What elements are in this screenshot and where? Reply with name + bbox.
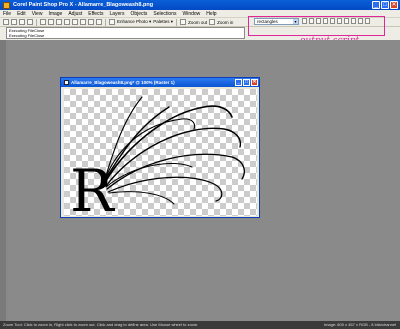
load-script-icon[interactable]	[358, 18, 363, 24]
tool-palette-strip	[0, 40, 6, 321]
image-window-titlebar[interactable]: Allamarre_Blagoweash8.png* @ 100% (Raste…	[61, 78, 259, 87]
window-controls: _ □ ✕	[372, 1, 398, 9]
scanner-icon[interactable]	[96, 19, 102, 25]
browse-icon[interactable]	[80, 19, 86, 25]
zoom-in-icon[interactable]	[209, 19, 216, 25]
status-bar: Zoom Tool: Click to zoom in, Right click…	[0, 321, 400, 329]
stop-script-icon[interactable]	[323, 18, 328, 24]
menu-effects[interactable]: Effects	[88, 11, 103, 17]
copy-icon[interactable]	[64, 19, 70, 25]
menu-window[interactable]: Window	[183, 11, 201, 17]
enhance-photo-icon[interactable]	[109, 19, 115, 25]
open-folder-icon[interactable]	[11, 19, 17, 25]
menu-layers[interactable]: Layers	[109, 11, 124, 17]
cancel-script-icon[interactable]	[344, 18, 349, 24]
zoom-out-button[interactable]: Zoom out	[188, 20, 207, 25]
image-window-title: Allamarre_Blagoweash8.png* @ 100% (Raste…	[71, 80, 175, 85]
record-script-icon[interactable]	[330, 18, 335, 24]
undo-icon[interactable]	[40, 19, 46, 25]
chevron-down-icon[interactable]: ▾	[293, 19, 298, 24]
close-button[interactable]: ✕	[390, 1, 398, 9]
script-toolbar	[302, 18, 370, 24]
edit-script-icon[interactable]	[316, 18, 321, 24]
status-image-info: Image: 800 x 457 x RGB - 8 bits/channel	[323, 322, 396, 327]
menu-view[interactable]: View	[32, 11, 43, 17]
toolbar-separator	[105, 18, 106, 26]
image-document-window: Allamarre_Blagoweash8.png* @ 100% (Raste…	[60, 77, 260, 218]
script-output-panel: Executing FileClose Executing FileClose	[6, 27, 245, 39]
menu-objects[interactable]: Objects	[130, 11, 147, 17]
script-select-value: rectangles	[257, 19, 278, 24]
paste-icon[interactable]	[72, 19, 78, 25]
window-title: Corel Paint Shop Pro X - Allamarre_Blago…	[13, 2, 154, 8]
document-icon	[64, 80, 69, 85]
status-hint: Zoom Tool: Click to zoom in, Right click…	[3, 322, 199, 327]
menu-selections[interactable]: Selections	[153, 11, 176, 17]
menu-help[interactable]: Help	[206, 11, 216, 17]
save-script-icon[interactable]	[351, 18, 356, 24]
new-file-icon[interactable]	[3, 19, 9, 25]
maximize-button[interactable]: □	[381, 1, 389, 9]
run-script-icon[interactable]	[302, 18, 307, 24]
palettes-button[interactable]: Palettes ▾	[153, 19, 173, 25]
script-select[interactable]: rectangles ▾	[254, 18, 299, 25]
save-icon[interactable]	[19, 19, 25, 25]
redo-icon[interactable]	[48, 19, 54, 25]
enhance-photo-button[interactable]: Enhance Photo ▾	[117, 19, 151, 25]
cut-icon[interactable]	[56, 19, 62, 25]
calligraphic-flourish-artwork: R	[70, 96, 245, 216]
menu-file[interactable]: File	[3, 11, 11, 17]
toggle-interactive-icon[interactable]	[309, 18, 314, 24]
paint-shop-pro-icon	[3, 1, 10, 9]
camera-icon[interactable]	[88, 19, 94, 25]
print-icon[interactable]	[27, 19, 33, 25]
menu-image[interactable]: Image	[48, 11, 62, 17]
menu-adjust[interactable]: Adjust	[68, 11, 82, 17]
image-canvas[interactable]: R	[64, 89, 257, 216]
menu-edit[interactable]: Edit	[17, 11, 26, 17]
zoom-in-button[interactable]: Zoom in	[217, 20, 233, 25]
pause-script-icon[interactable]	[337, 18, 342, 24]
zoom-out-icon[interactable]	[180, 19, 187, 25]
app-title-bar: Corel Paint Shop Pro X - Allamarre_Blago…	[0, 0, 400, 10]
close-button[interactable]: ✕	[251, 79, 258, 86]
minimize-button[interactable]: _	[235, 79, 242, 86]
minimize-button[interactable]: _	[372, 1, 380, 9]
monogram-letter: R	[70, 157, 116, 216]
toolbar-separator	[176, 18, 178, 26]
toolbar-separator	[36, 18, 37, 26]
output-line: Executing FileClose	[9, 33, 45, 38]
maximize-button[interactable]: □	[243, 79, 250, 86]
script-output-icon[interactable]	[365, 18, 370, 24]
